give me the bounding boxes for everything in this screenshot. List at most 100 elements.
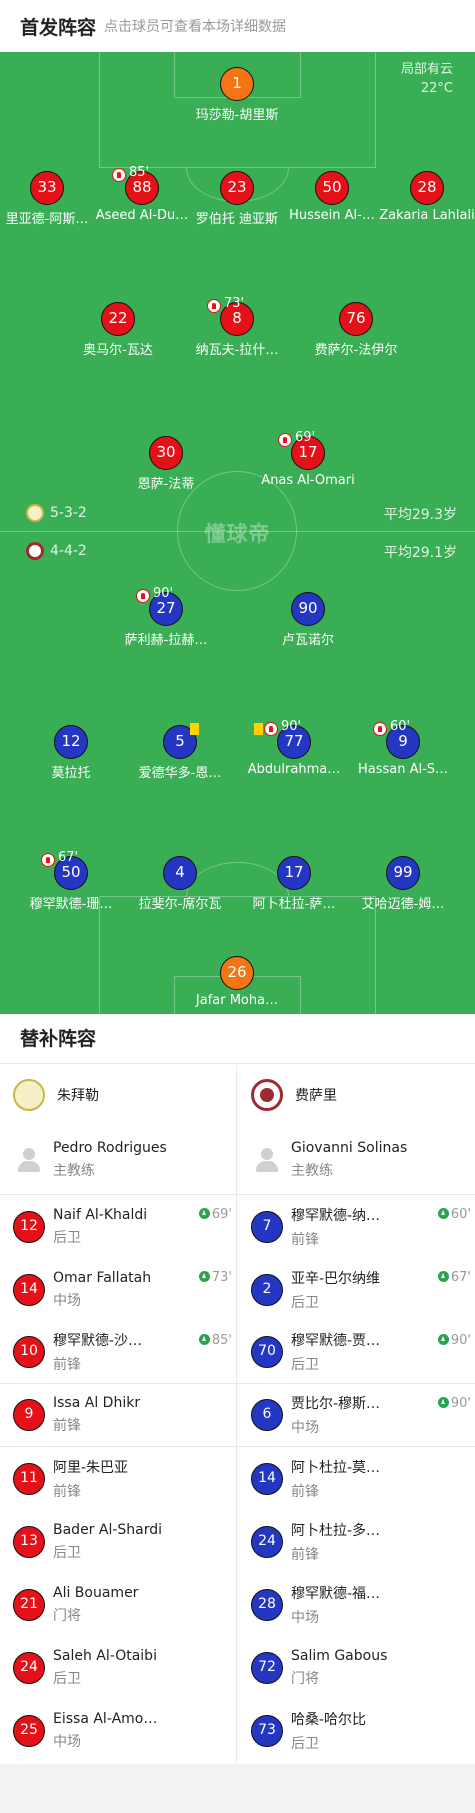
away-player[interactable]: 9 60' Hassan Al-S…	[348, 719, 458, 777]
away-team-row[interactable]: 费萨里	[238, 1065, 475, 1125]
sub-player-row[interactable]: 25 Eissa Al-Amo… 中场	[0, 1699, 236, 1762]
sub-player-number: 12	[13, 1210, 45, 1243]
home-player[interactable]: 50 Hussein Al-…	[277, 171, 387, 223]
player-name: 奥马尔-瓦达	[83, 343, 153, 358]
sub-player-row[interactable]: 2 亚辛-巴尔纳维 后卫 67'	[238, 1258, 475, 1321]
sub-player-name: Bader Al-Shardi	[53, 1521, 163, 1538]
home-player[interactable]: 17 69' Anas Al-Omari	[253, 430, 363, 488]
player-name: 穆罕默德-珊…	[29, 897, 113, 912]
sub-player-row[interactable]: 24 阿卜杜拉-多… 前锋	[238, 1510, 475, 1573]
player-name: 玛莎勒-胡里斯	[195, 108, 279, 123]
home-formation: 5-3-2	[26, 504, 87, 522]
sub-player-row[interactable]: 14 Omar Fallatah 中场 73'	[0, 1258, 236, 1321]
sub-minute: 73'	[224, 296, 245, 311]
home-player[interactable]: 28 Zakaria Lahlali	[372, 171, 475, 223]
substitutes-title: 替补阵容	[0, 1014, 475, 1064]
sub-player-name: 穆罕默德-福…	[291, 1585, 381, 1602]
sub-player-name: Issa Al Dhikr	[53, 1395, 141, 1411]
sub-player-name: 阿卜杜拉-莫…	[291, 1459, 381, 1476]
sub-on-minute: 90'	[437, 1333, 471, 1348]
sub-player-position: 后卫	[291, 1357, 319, 1373]
sub-player-position: 后卫	[53, 1229, 81, 1246]
home-player[interactable]: 22 奥马尔-瓦达	[63, 302, 173, 358]
sub-on-icon	[437, 1208, 449, 1219]
sub-on-minute-text: 67'	[450, 1270, 471, 1285]
home-subs-column: 朱拜勒 Pedro Rodrigues 主教练 12 Naif Al-Khaldi 后…	[0, 1065, 237, 1762]
sub-player-position: 后卫	[53, 1670, 81, 1687]
sub-off-icon	[278, 433, 292, 447]
sub-player-row[interactable]: 14 阿卜杜拉-莫… 前锋	[238, 1447, 475, 1510]
weather-temp: 22°C	[420, 81, 453, 96]
weather-desc: 局部有云	[400, 62, 453, 77]
sub-player-number: 28	[251, 1588, 283, 1621]
sub-player-number: 24	[251, 1525, 283, 1558]
player-name: Abdulrahma…	[247, 762, 341, 777]
sub-player-row[interactable]: 7 穆罕默德-纳… 前锋 60'	[238, 1195, 475, 1258]
home-player[interactable]: 23 罗伯托 迪亚斯	[182, 171, 292, 227]
home-formation-text: 5-3-2	[50, 505, 87, 521]
sub-minute: 67'	[58, 850, 79, 865]
sub-player-number: 7	[251, 1210, 283, 1243]
sub-player-number: 73	[251, 1714, 283, 1747]
sub-on-icon	[198, 1334, 210, 1345]
yellow-card-icon	[254, 723, 263, 735]
sub-on-icon	[437, 1397, 449, 1408]
sub-player-row[interactable]: 73 哈桑-哈尔比 后卫	[238, 1699, 475, 1762]
away-player[interactable]: 26 Jafar Moha…	[182, 956, 292, 1008]
away-player[interactable]: 99 艾哈迈德-姆…	[348, 856, 458, 912]
sub-on-minute: 85'	[198, 1333, 232, 1348]
sub-on-minute-text: 73'	[211, 1270, 232, 1285]
sub-on-icon	[198, 1271, 210, 1282]
home-coach-row[interactable]: Pedro Rodrigues 主教练	[0, 1125, 236, 1195]
home-player[interactable]: 88 85' Aseed Al-Du…	[87, 165, 197, 223]
sub-player-row[interactable]: 6 贾比尔-穆斯… 中场 90'	[238, 1384, 475, 1447]
player-name: Hussein Al-…	[289, 208, 375, 223]
coach-name: Giovanni Solinas	[291, 1139, 408, 1156]
sub-player-row[interactable]: 70 穆罕默德-贾… 后卫 90'	[238, 1321, 475, 1384]
sub-player-position: 后卫	[53, 1544, 81, 1561]
lineup-page: { "header": {"title": "首发阵容", "hint": "点…	[0, 0, 475, 1813]
sub-on-minute: 69'	[198, 1207, 232, 1222]
sub-minute: 69'	[295, 430, 316, 445]
away-player[interactable]: 17 阿卜杜拉-萨…	[239, 856, 349, 912]
home-player[interactable]: 8 73' 纳瓦夫-拉什…	[182, 296, 292, 358]
sub-player-row[interactable]: 12 Naif Al-Khaldi 后卫 69'	[0, 1195, 236, 1258]
sub-player-row[interactable]: 11 阿里-朱巴亚 前锋	[0, 1447, 236, 1510]
home-team-row[interactable]: 朱拜勒	[0, 1065, 236, 1125]
sub-player-name: Naif Al-Khaldi	[53, 1206, 148, 1223]
sub-player-row[interactable]: 72 Salim Gabous 门将	[238, 1636, 475, 1699]
sub-on-icon	[437, 1271, 449, 1282]
home-player[interactable]: 1 玛莎勒-胡里斯	[182, 67, 292, 123]
player-number: 12	[54, 725, 88, 759]
sub-player-row[interactable]: 10 穆罕默德-沙… 前锋 85'	[0, 1321, 236, 1384]
away-avg-age: 平均29.1岁	[383, 545, 457, 561]
sub-player-number: 24	[13, 1651, 45, 1684]
away-player[interactable]: 4 拉斐尔-席尔瓦	[125, 856, 235, 912]
sub-player-position: 中场	[53, 1292, 81, 1309]
sub-on-minute: 90'	[437, 1396, 471, 1411]
away-player[interactable]: 5 爱德华多-恩…	[125, 723, 235, 781]
home-player[interactable]: 30 恩萨-法蒂	[111, 436, 221, 492]
lineup-header: 首发阵容 点击球员可查看本场详细数据	[0, 0, 475, 52]
sub-player-row[interactable]: 24 Saleh Al-Otaibi 后卫	[0, 1636, 236, 1699]
sub-off-icon	[264, 722, 278, 736]
sub-player-row[interactable]: 13 Bader Al-Shardi 后卫	[0, 1510, 236, 1573]
sub-player-number: 13	[13, 1525, 45, 1558]
away-player[interactable]: 77 90' Abdulrahma…	[239, 719, 349, 777]
player-name: Jafar Moha…	[195, 993, 279, 1008]
away-player[interactable]: 12 莫拉托	[16, 725, 126, 781]
sub-player-row[interactable]: 28 穆罕默德-福… 中场	[238, 1573, 475, 1636]
away-player[interactable]: 90 卢瓦诺尔	[253, 592, 363, 648]
sub-player-row[interactable]: 9 Issa Al Dhikr 前锋	[0, 1384, 236, 1447]
away-player[interactable]: 50 67' 穆罕默德-珊…	[16, 850, 126, 912]
away-coach-row[interactable]: Giovanni Solinas 主教练	[238, 1125, 475, 1195]
sub-player-position: 门将	[53, 1607, 81, 1624]
away-player[interactable]: 27 90' 萨利赫-拉赫…	[111, 586, 221, 648]
sub-player-number: 14	[251, 1462, 283, 1495]
sub-player-row[interactable]: 21 Ali Bouamer 门将	[0, 1573, 236, 1636]
home-player[interactable]: 76 费萨尔-法伊尔	[301, 302, 411, 358]
sub-minute: 90'	[153, 586, 174, 601]
sub-off-icon	[373, 722, 387, 736]
sub-player-name: Eissa Al-Amo…	[53, 1710, 158, 1727]
sub-player-position: 门将	[291, 1670, 319, 1687]
